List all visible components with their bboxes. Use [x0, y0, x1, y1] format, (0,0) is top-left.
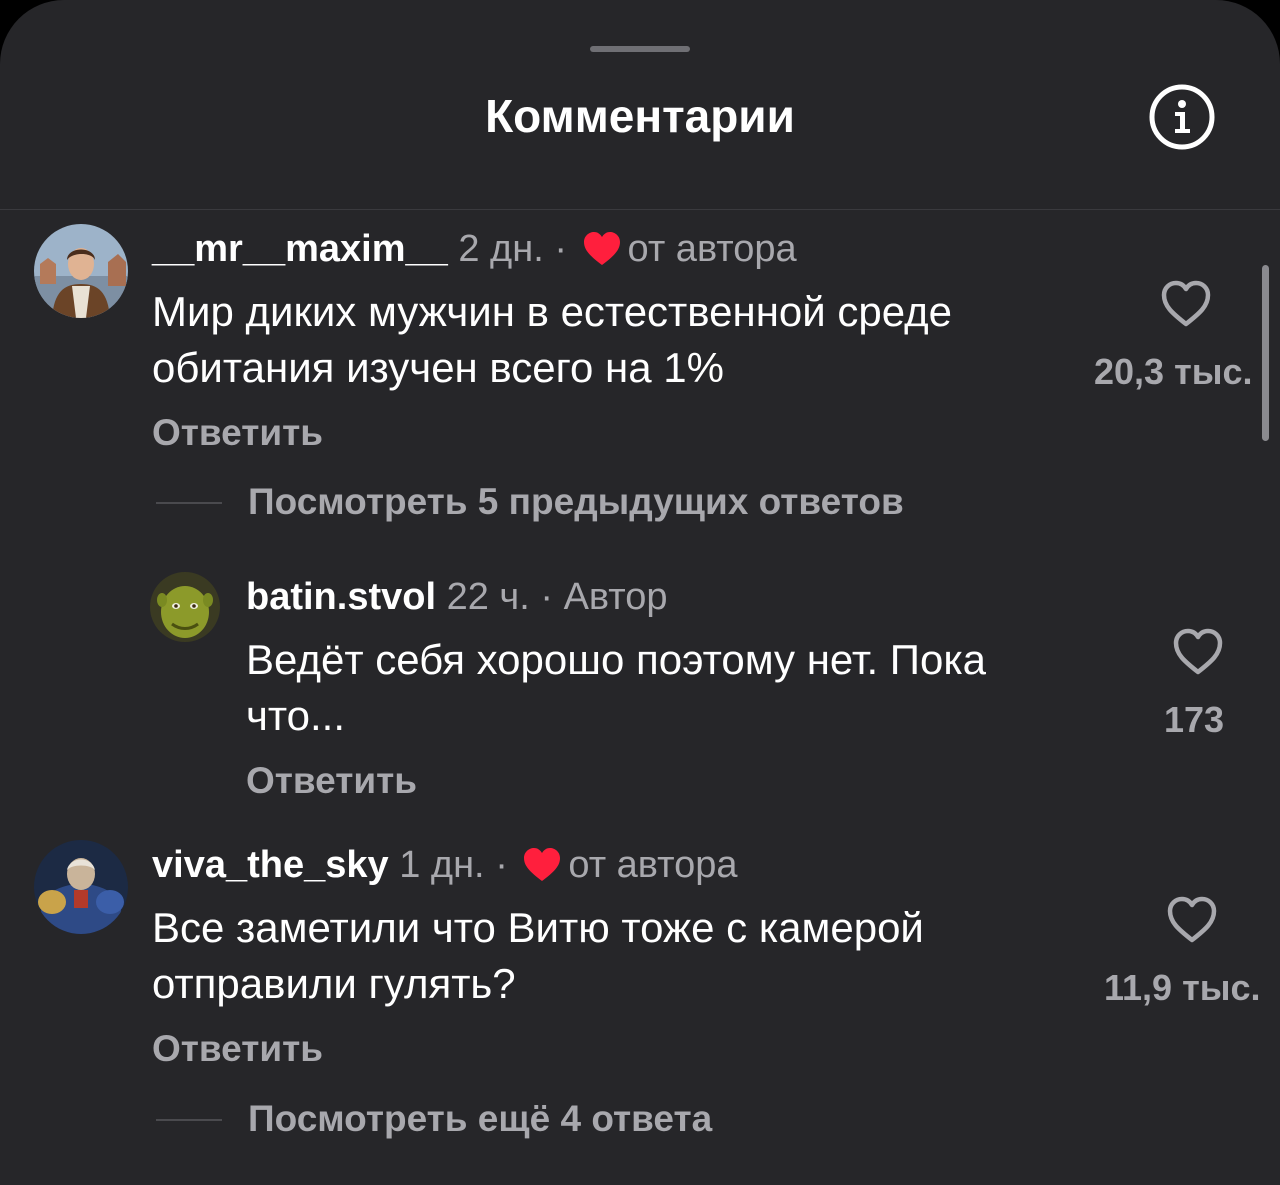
comment-meta: __mr__maxim__ 2 дн. · от автора: [152, 226, 797, 272]
author-badge: Автор: [563, 576, 668, 618]
like-count: 11,9 тыс.: [1104, 967, 1261, 1008]
comment-time: 2 дн.: [458, 228, 544, 270]
comments-sheet: Комментарии __mr__maxim__ 2 дн. · от авт…: [0, 0, 1280, 1185]
like-heart-icon[interactable]: [1160, 280, 1212, 328]
liked-by-author-label: от автора: [627, 228, 797, 270]
reply-button[interactable]: Ответить: [152, 411, 323, 455]
view-replies-button[interactable]: Посмотреть ещё 4 ответа: [248, 1097, 712, 1141]
red-heart-icon: [524, 848, 561, 881]
meta-separator: ·: [554, 228, 567, 270]
header-divider: [0, 209, 1280, 210]
comment-time: 22 ч.: [446, 576, 530, 618]
comment-meta: viva_the_sky 1 дн. · от автора: [152, 842, 738, 888]
comment-text-line: что...: [246, 692, 346, 739]
username[interactable]: batin.stvol: [246, 576, 436, 618]
sheet-title: Комментарии: [485, 90, 795, 142]
comment-text-line: Все заметили что Витю тоже с камерой: [152, 904, 924, 951]
avatar[interactable]: [34, 840, 128, 934]
like-count: 20,3 тыс.: [1094, 351, 1253, 392]
username[interactable]: viva_the_sky: [152, 844, 389, 886]
comment-text-line: Мир диких мужчин в естественной среде: [152, 288, 953, 335]
replies-line: [156, 502, 222, 504]
like-heart-icon[interactable]: [1166, 896, 1218, 944]
info-icon[interactable]: [1148, 83, 1216, 151]
comment-time: 1 дн.: [399, 844, 485, 886]
comment-text-line: обитания изучен всего на 1%: [152, 344, 724, 391]
meta-separator: ·: [540, 576, 553, 618]
meta-separator: ·: [495, 844, 508, 886]
comment-text-line: Ведёт себя хорошо поэтому нет. Пока: [246, 636, 987, 683]
like-count: 173: [1164, 699, 1225, 740]
scrollbar[interactable]: [1262, 265, 1269, 441]
comment-meta: batin.stvol 22 ч. · Автор: [246, 574, 668, 620]
reply-button[interactable]: Ответить: [246, 759, 417, 803]
reply-button[interactable]: Ответить: [152, 1027, 323, 1071]
view-replies-button[interactable]: Посмотреть 5 предыдущих ответов: [248, 480, 904, 524]
avatar[interactable]: [34, 224, 128, 318]
avatar[interactable]: [150, 572, 220, 642]
red-heart-icon: [583, 232, 620, 265]
username[interactable]: __mr__maxim__: [152, 228, 448, 270]
comment-text-line: отправили гулять?: [152, 960, 516, 1007]
like-heart-icon[interactable]: [1172, 628, 1224, 676]
liked-by-author-label: от автора: [568, 844, 738, 886]
replies-line: [156, 1119, 222, 1121]
drag-handle[interactable]: [590, 46, 690, 52]
